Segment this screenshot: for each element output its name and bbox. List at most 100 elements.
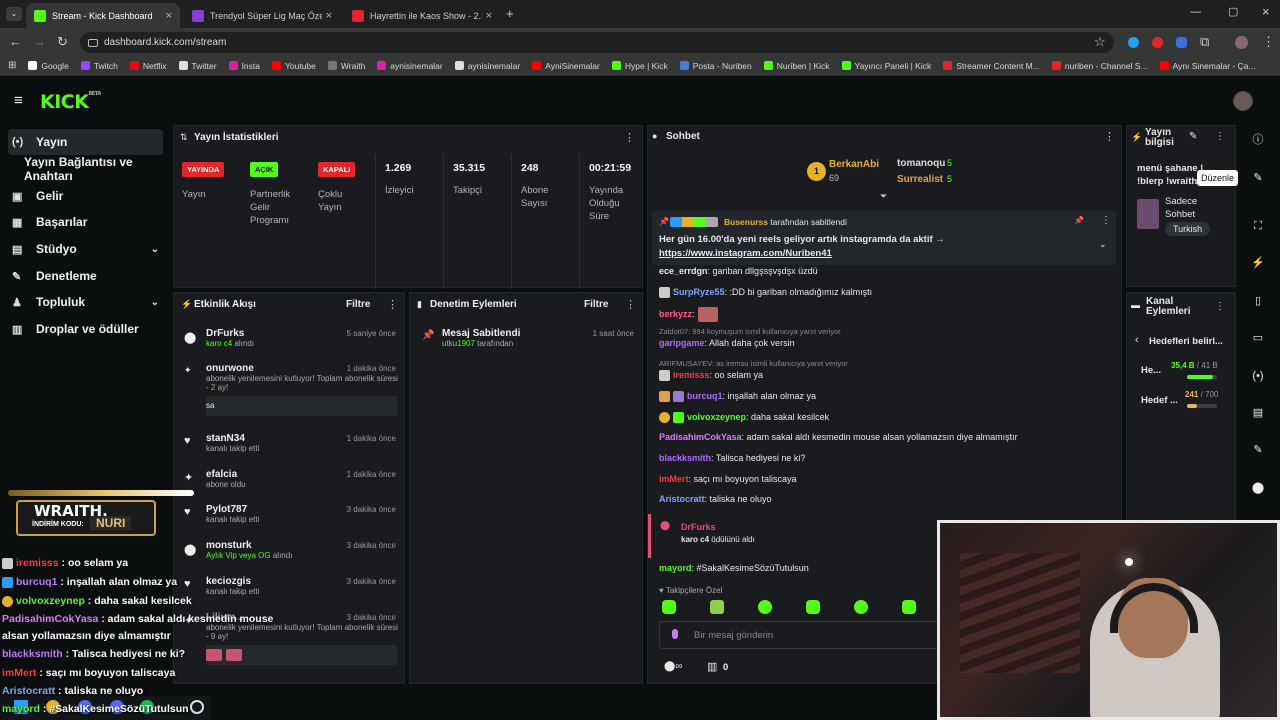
new-tab-icon[interactable]: + (506, 6, 514, 21)
bookmark[interactable]: Netflix (129, 61, 167, 71)
chat-user[interactable]: SurpRyze55 (673, 287, 725, 297)
chat-user[interactable]: imMert (659, 474, 689, 484)
sidebar-item-topluluk[interactable]: ♟ Topluluk ⌄ (8, 289, 163, 315)
chat-user[interactable]: burcuq1 (687, 391, 723, 401)
drop-user[interactable]: DrFurks (681, 522, 716, 532)
bookmark[interactable]: Wraith (327, 61, 365, 71)
chat-input[interactable]: Bir mesaj gönderin (659, 621, 939, 649)
bookmark[interactable]: Twitch (80, 61, 118, 71)
chat-user[interactable]: berkyzz (659, 309, 692, 319)
chat-user[interactable]: volvoxzeynep (687, 412, 746, 422)
tab-kick-dashboard[interactable]: Stream - Kick Dashboard × (26, 3, 180, 28)
profile-avatar[interactable] (1235, 36, 1248, 49)
chat-user[interactable]: Aristocratt (659, 494, 705, 504)
top-chatter-name[interactable]: Surrealist (897, 174, 943, 185)
chat-user[interactable]: mayord (659, 563, 692, 573)
close-icon[interactable]: × (326, 10, 332, 22)
drops-icon[interactable]: ⬤ (1247, 477, 1269, 499)
extension-icon[interactable] (1152, 37, 1163, 48)
wrench-icon[interactable]: ✎ (1247, 439, 1269, 461)
bookmark[interactable]: Streamer Content M... (943, 61, 1040, 71)
menu-dots-icon[interactable]: ⋮ (1101, 215, 1111, 226)
emote[interactable] (854, 600, 868, 614)
chat-user[interactable]: garipgame (659, 338, 705, 348)
store-icon[interactable]: ▥ (707, 660, 717, 673)
tab-trendyol[interactable]: Trendyol Süper Lig Maç Özetleri × (184, 3, 340, 28)
extension-icon[interactable] (1176, 37, 1187, 48)
edit-icon[interactable]: ✎ (1247, 167, 1269, 189)
sidebar-item-studyo[interactable]: ▤ Stüdyo ⌄ (8, 236, 163, 262)
document-icon[interactable]: ▯ (1247, 290, 1269, 312)
close-icon[interactable]: × (166, 10, 172, 22)
bookmark[interactable]: Posta - Nuriben (679, 61, 752, 71)
maximize-icon[interactable]: ▢ (1228, 5, 1238, 18)
apps-grid-icon[interactable]: ⊞ (8, 60, 16, 71)
hamburger-menu-icon[interactable]: ≡ (14, 92, 23, 109)
menu-dots-icon[interactable]: ⋮ (1215, 131, 1225, 142)
sidebar-item-basarilar[interactable]: ▦ Başarılar (8, 209, 163, 235)
emote[interactable] (758, 600, 772, 614)
chat-bubble-icon[interactable]: ▭ (1247, 327, 1269, 349)
menu-dots-icon[interactable]: ⋮ (625, 298, 636, 311)
minimize-icon[interactable]: — (1190, 6, 1201, 18)
reload-icon[interactable]: ↻ (57, 34, 68, 50)
chat-user[interactable]: ece_errdgn (659, 266, 708, 276)
bookmark-star-icon[interactable]: ☆ (1094, 34, 1106, 50)
back-icon[interactable]: ← (9, 34, 22, 49)
bookmark[interactable]: nuriben - Channel S... (1051, 61, 1148, 71)
bookmark[interactable]: Insta (228, 61, 260, 71)
sidebar-item-stream-key[interactable]: Yayın Bağlantısı ve Anahtarı (8, 155, 163, 183)
tab-list-icon[interactable]: ⌄ (6, 7, 22, 21)
menu-dots-icon[interactable]: ⋮ (1262, 34, 1275, 50)
sidebar-item-droplar[interactable]: ▥ Droplar ve ödüller (8, 316, 163, 342)
bookmark[interactable]: Youtube (272, 61, 316, 71)
bookmark[interactable]: Yayıncı Paneli | Kick (841, 61, 931, 71)
filter-button[interactable]: Filtre (584, 299, 608, 310)
forward-icon[interactable]: → (33, 34, 46, 49)
bookmark[interactable]: aynisinemalar (377, 61, 443, 71)
category-name[interactable]: Sadece Sohbet (1165, 195, 1211, 221)
top-chatter-name[interactable]: BerkanAbi (829, 159, 879, 170)
menu-dots-icon[interactable]: ⋮ (1215, 301, 1225, 312)
close-icon[interactable]: × (486, 10, 492, 22)
chevron-left-icon[interactable]: ‹ (1135, 334, 1139, 346)
close-window-icon[interactable]: × (1262, 4, 1270, 19)
bookmark[interactable]: Aynı Sinemalar - Ça... (1159, 61, 1256, 71)
calendar-icon[interactable]: ▤ (1247, 402, 1269, 424)
site-info-icon[interactable] (88, 39, 98, 47)
bolt-icon[interactable]: ⚡ (1247, 252, 1269, 274)
emote[interactable] (806, 600, 820, 614)
menu-dots-icon[interactable]: ⋮ (387, 298, 398, 311)
extensions-puzzle-icon[interactable]: ⧉ (1200, 34, 1209, 50)
unpin-icon[interactable]: 📌 (1074, 216, 1084, 225)
top-chatter-name[interactable]: tomanoqu (897, 158, 945, 169)
url-input[interactable]: dashboard.kick.com/stream (80, 32, 1114, 53)
drops-icon[interactable]: ⬤∞ (664, 661, 682, 672)
chat-user[interactable]: PadisahimCokYasa (659, 432, 742, 442)
bookmark[interactable]: Hype | Kick (611, 61, 668, 71)
bookmark[interactable]: aynisinemalar (454, 61, 520, 71)
kick-logo[interactable]: KICKBETA (40, 91, 101, 113)
taskbar-app-icon[interactable] (190, 700, 204, 714)
emote[interactable] (710, 600, 724, 614)
bookmark[interactable]: Google (28, 61, 69, 71)
tab-hayrettin[interactable]: Hayrettin ile Kaos Show - 2.Sez... × (344, 3, 500, 28)
fullscreen-icon[interactable]: ⛶ (1247, 215, 1269, 237)
chat-user[interactable]: iremisss (673, 370, 710, 380)
menu-dots-icon[interactable]: ⋮ (624, 131, 635, 144)
chevron-down-icon[interactable]: ⌄ (1099, 239, 1107, 250)
chat-user[interactable]: blackksmith (659, 453, 711, 463)
bookmark[interactable]: Nuriben | Kick (763, 61, 830, 71)
emote[interactable] (662, 600, 676, 614)
info-icon[interactable]: ⓘ (1247, 129, 1269, 151)
bookmark[interactable]: Twitter (178, 61, 217, 71)
extension-icon[interactable] (1128, 37, 1139, 48)
user-avatar[interactable] (1233, 91, 1253, 111)
menu-dots-icon[interactable]: ⋮ (1104, 130, 1115, 143)
edit-icon[interactable]: ✎ (1189, 131, 1197, 142)
sidebar-item-denetleme[interactable]: ✎ Denetleme (8, 263, 163, 289)
sidebar-item-gelir[interactable]: ▣ Gelir (8, 183, 163, 209)
filter-button[interactable]: Filtre (346, 299, 370, 310)
pinned-link[interactable]: https://www.instagram.com/Nuriben41 (659, 248, 832, 259)
emote[interactable] (902, 600, 916, 614)
